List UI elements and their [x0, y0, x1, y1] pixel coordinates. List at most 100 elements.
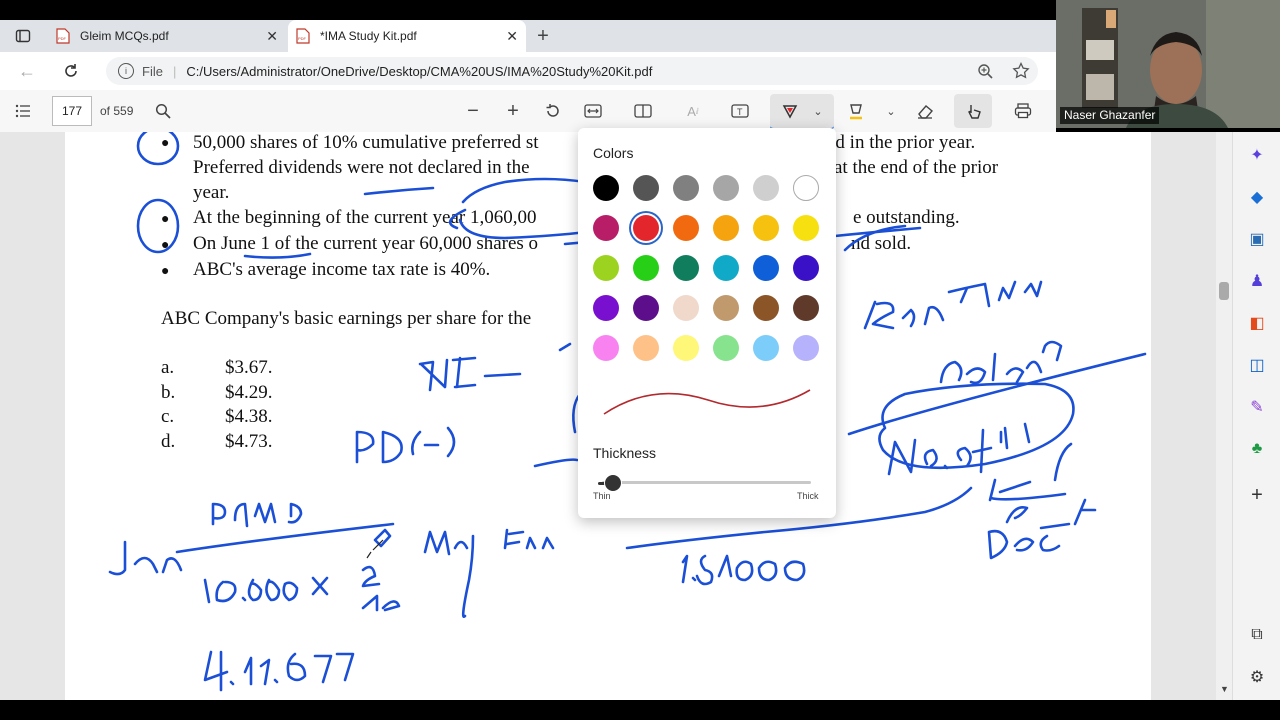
- bottom-bar: [0, 700, 1280, 720]
- color-swatch[interactable]: [593, 255, 619, 281]
- color-swatch[interactable]: [593, 175, 619, 201]
- color-swatch[interactable]: [673, 255, 699, 281]
- color-swatch[interactable]: [753, 215, 779, 241]
- back-icon[interactable]: ←: [14, 58, 40, 84]
- thickness-slider-thumb[interactable]: [604, 474, 622, 492]
- read-aloud-icon[interactable]: Aⅈ: [680, 98, 706, 124]
- print-icon[interactable]: [1010, 98, 1036, 124]
- refresh-icon[interactable]: [58, 58, 84, 84]
- color-swatch[interactable]: [633, 255, 659, 281]
- colors-heading: Colors: [593, 145, 634, 161]
- add-text-icon[interactable]: T: [727, 98, 753, 124]
- close-tab-icon[interactable]: ✕: [266, 28, 278, 45]
- color-swatch[interactable]: [793, 335, 819, 361]
- games-icon[interactable]: ♟: [1246, 270, 1268, 292]
- shopping-tag-icon[interactable]: ◆: [1246, 186, 1268, 208]
- rotate-icon[interactable]: [540, 98, 566, 124]
- tab-title: *IMA Study Kit.pdf: [320, 29, 417, 43]
- webcam-overlay: Naser Ghazanfer: [1056, 0, 1280, 128]
- info-icon[interactable]: i: [118, 63, 134, 79]
- zoom-icon[interactable]: [972, 58, 998, 84]
- zoom-in-icon[interactable]: +: [500, 98, 526, 124]
- color-swatch[interactable]: [633, 215, 659, 241]
- doc-line: Preferred dividends were not declared in…: [193, 157, 530, 178]
- divider: |: [172, 63, 177, 79]
- page-view-icon[interactable]: [630, 98, 656, 124]
- chevron-down-icon[interactable]: ⌄: [813, 105, 822, 118]
- color-swatch[interactable]: [673, 175, 699, 201]
- tab-ima-study-kit[interactable]: PDF *IMA Study Kit.pdf ✕: [288, 20, 526, 52]
- color-swatch[interactable]: [633, 295, 659, 321]
- tab-title: Gleim MCQs.pdf: [80, 29, 169, 43]
- chevron-down-icon[interactable]: ⌄: [878, 98, 904, 124]
- touch-write-icon[interactable]: [954, 94, 992, 128]
- add-sidebar-icon[interactable]: +: [1246, 484, 1268, 506]
- pdf-toolbar: of 559 − + Aⅈ T ⌄ ⌄: [0, 90, 1056, 133]
- page-number-input[interactable]: 177: [52, 96, 92, 126]
- color-swatch[interactable]: [593, 295, 619, 321]
- color-swatch[interactable]: [753, 175, 779, 201]
- svg-text:PDF: PDF: [58, 36, 67, 41]
- split-screen-icon[interactable]: ⧉: [1246, 624, 1268, 646]
- color-swatch[interactable]: [793, 255, 819, 281]
- color-swatch[interactable]: [633, 335, 659, 361]
- color-swatch[interactable]: [633, 175, 659, 201]
- color-swatch[interactable]: [753, 335, 779, 361]
- color-swatch[interactable]: [753, 295, 779, 321]
- option-value: $4.29.: [225, 382, 273, 403]
- settings-gear-icon[interactable]: ⚙: [1246, 666, 1268, 688]
- new-tab-icon[interactable]: +: [530, 23, 556, 49]
- doc-line: ed in the prior year.: [827, 132, 976, 153]
- draw-button[interactable]: ⌄: [770, 94, 834, 130]
- favorite-star-icon[interactable]: [1008, 58, 1034, 84]
- thin-label: Thin: [593, 491, 611, 501]
- question-stem: ABC Company's basic earnings per share f…: [161, 308, 532, 329]
- tools-briefcase-icon[interactable]: ▣: [1246, 228, 1268, 250]
- tab-gleim-mcqs[interactable]: PDF Gleim MCQs.pdf ✕: [48, 20, 286, 52]
- svg-text:PDF: PDF: [298, 36, 307, 41]
- bullet: ●: [161, 262, 170, 278]
- option-letter: a.: [161, 357, 175, 378]
- thick-label: Thick: [797, 491, 819, 501]
- find-icon[interactable]: [150, 98, 176, 124]
- color-swatch[interactable]: [793, 215, 819, 241]
- bullet: ●: [161, 210, 170, 226]
- scrollbar[interactable]: ▼: [1216, 132, 1232, 700]
- color-swatch[interactable]: [593, 215, 619, 241]
- color-swatch[interactable]: [673, 215, 699, 241]
- color-swatch[interactable]: [673, 295, 699, 321]
- tree-icon[interactable]: ♣: [1246, 438, 1268, 460]
- draw-pen-icon: [783, 105, 798, 119]
- fit-width-icon[interactable]: [580, 98, 606, 124]
- stroke-preview: [603, 389, 811, 415]
- designer-icon[interactable]: ✎: [1246, 396, 1268, 418]
- color-swatch[interactable]: [793, 175, 819, 201]
- color-swatch[interactable]: [753, 255, 779, 281]
- copilot-icon[interactable]: ✦: [1246, 144, 1268, 166]
- color-swatch[interactable]: [713, 215, 739, 241]
- zoom-out-icon[interactable]: −: [460, 98, 486, 124]
- address-field[interactable]: i File | C:/Users/Administrator/OneDrive…: [106, 57, 1038, 85]
- color-swatch[interactable]: [793, 295, 819, 321]
- option-letter: d.: [161, 431, 176, 452]
- highlight-icon[interactable]: [843, 98, 869, 124]
- contents-icon[interactable]: [10, 98, 36, 124]
- color-swatch[interactable]: [713, 255, 739, 281]
- tab-actions-icon[interactable]: [10, 23, 36, 49]
- doc-line: 50,000 shares of 10% cumulative preferre…: [193, 132, 539, 153]
- color-swatch[interactable]: [713, 335, 739, 361]
- doc-line: at the end of the prior: [834, 157, 999, 178]
- office-icon[interactable]: ◧: [1246, 312, 1268, 334]
- ink-color-popup: Colors Thickness Thin Thick: [578, 128, 836, 518]
- color-swatch[interactable]: [713, 175, 739, 201]
- eraser-icon[interactable]: [912, 98, 938, 124]
- color-swatch[interactable]: [593, 335, 619, 361]
- scrollbar-thumb[interactable]: [1219, 282, 1229, 300]
- thickness-slider[interactable]: [602, 481, 811, 484]
- color-swatch[interactable]: [713, 295, 739, 321]
- outlook-icon[interactable]: ◫: [1246, 354, 1268, 376]
- bullet: ●: [161, 236, 170, 252]
- scroll-down-icon[interactable]: ▼: [1220, 684, 1229, 694]
- close-tab-icon[interactable]: ✕: [506, 28, 518, 45]
- color-swatch[interactable]: [673, 335, 699, 361]
